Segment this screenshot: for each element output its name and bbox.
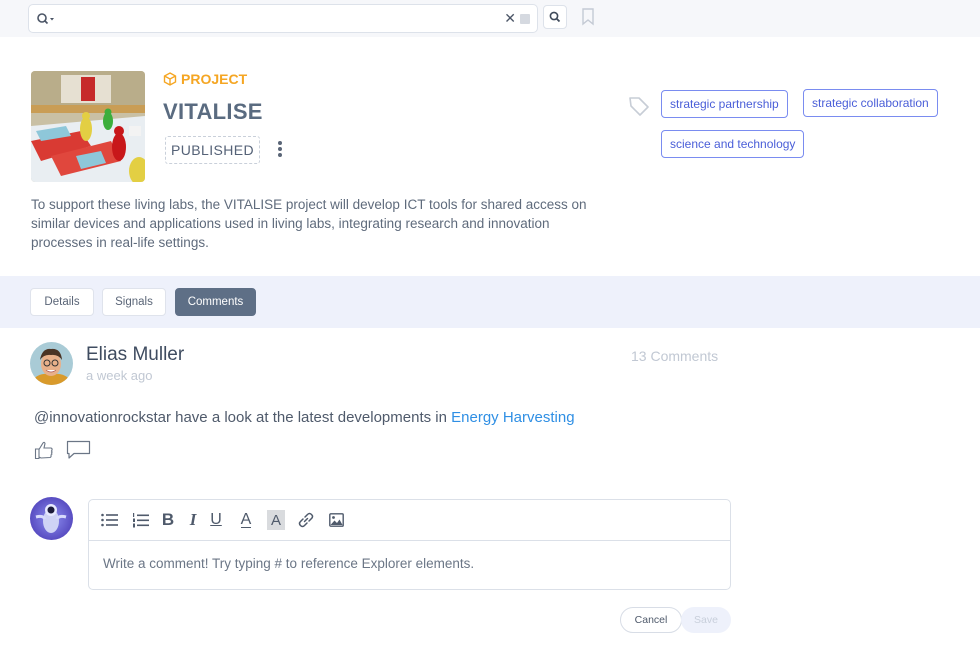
search-scope-dropdown[interactable] [36, 11, 56, 27]
tag-strategic-partnership[interactable]: strategic partnership [661, 90, 788, 118]
bold-icon: B [161, 510, 175, 529]
reply-icon[interactable] [66, 440, 91, 460]
author-avatar [30, 342, 73, 385]
comment-body: @innovationrockstar have a look at the l… [34, 409, 575, 426]
editor-toolbar: B I U A A [89, 500, 730, 541]
project-thumbnail [31, 71, 145, 182]
font-color-button[interactable]: A [237, 510, 255, 530]
energy-harvesting-link[interactable]: Energy Harvesting [451, 409, 574, 426]
bullet-list-icon [100, 513, 118, 527]
project-type-label: PROJECT [163, 71, 247, 87]
bold-button[interactable]: B [159, 510, 177, 530]
underline-icon: U [210, 511, 222, 528]
underline-button[interactable]: U [207, 510, 225, 530]
tab-details[interactable]: Details [30, 288, 94, 316]
save-button[interactable]: Save [681, 607, 731, 633]
highlight-icon: A [270, 511, 281, 529]
link-button[interactable] [296, 510, 316, 530]
highlight-button[interactable]: A [267, 510, 285, 530]
search-box[interactable]: ✕ [28, 4, 538, 33]
link-icon [298, 512, 314, 528]
comment-author[interactable]: Elias Muller [86, 344, 184, 366]
like-icon[interactable] [34, 440, 54, 460]
image-button[interactable] [327, 510, 345, 530]
top-bar: ✕ [0, 0, 980, 37]
search-button-icon [549, 11, 561, 23]
project-description: To support these living labs, the VITALI… [31, 197, 587, 250]
italic-icon: I [189, 510, 197, 529]
search-icon [37, 13, 54, 25]
tab-signals[interactable]: Signals [102, 288, 166, 316]
tag-icon [629, 97, 649, 116]
tag-science-and-technology[interactable]: science and technology [661, 130, 805, 158]
bullet-list-button[interactable] [99, 510, 119, 530]
numbered-list-button[interactable] [131, 510, 151, 530]
current-user-avatar [30, 497, 73, 540]
more-options-button[interactable] [273, 141, 287, 159]
clear-icon[interactable]: ✕ [504, 10, 516, 27]
enter-icon[interactable] [520, 14, 530, 24]
tag-strategic-collaboration[interactable]: strategic collaboration [803, 89, 938, 117]
comment-text: @innovationrockstar have a look at the l… [34, 409, 452, 426]
comment-editor[interactable]: B I U A A Write a comment! Try typing # … [88, 499, 731, 590]
dot-icon [278, 141, 282, 145]
numbered-list-icon [133, 512, 149, 527]
status-badge: PUBLISHED [165, 136, 260, 164]
tab-bar: Details Signals Comments [0, 276, 980, 328]
project-title: VITALISE [163, 99, 263, 124]
font-color-icon: A [240, 511, 252, 528]
tab-comments[interactable]: Comments [175, 288, 256, 316]
cancel-button[interactable]: Cancel [620, 607, 682, 633]
cube-icon [163, 72, 177, 86]
dot-icon [278, 153, 282, 157]
project-type-text: PROJECT [181, 71, 248, 87]
comment-timestamp: a week ago [86, 368, 153, 383]
dot-icon [278, 147, 282, 151]
search-button[interactable] [543, 5, 567, 29]
comment-count: 13 Comments [631, 348, 719, 364]
comment-input[interactable]: Write a comment! Try typing # to referen… [103, 556, 474, 571]
chevron-down-icon [50, 18, 54, 21]
search-input[interactable] [59, 9, 499, 28]
image-icon [328, 513, 344, 527]
italic-button[interactable]: I [184, 510, 202, 530]
bookmark-icon[interactable] [581, 8, 595, 26]
